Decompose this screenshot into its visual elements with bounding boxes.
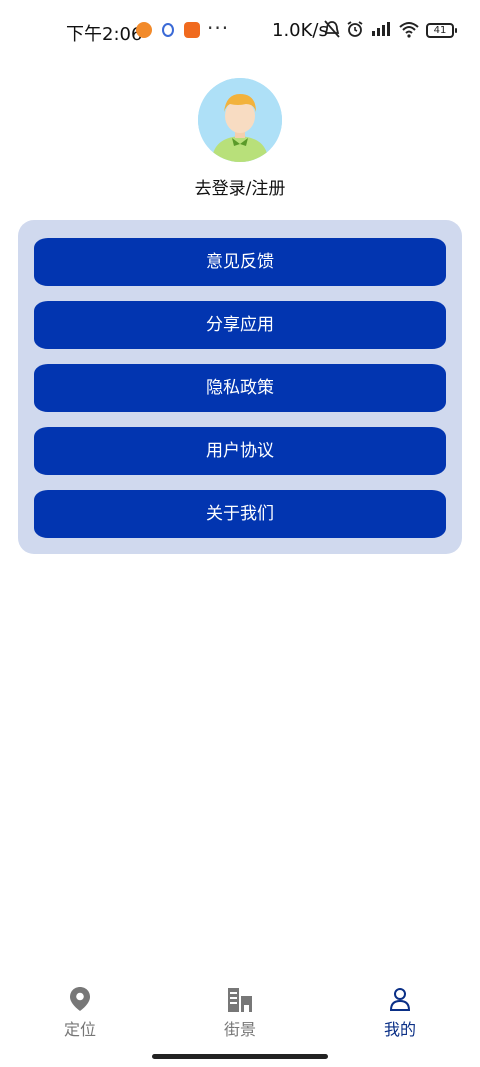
mi-notification-icon	[184, 22, 200, 38]
more-notifications-icon: ···	[207, 16, 230, 40]
battery-icon: 41	[426, 23, 457, 38]
nav-label-location: 定位	[63, 1020, 96, 1039]
system-icons	[324, 20, 420, 38]
nav-item-street-view[interactable]: 街景	[192, 978, 288, 1040]
app-notification-icon	[162, 23, 174, 37]
avatar[interactable]	[198, 78, 282, 162]
user-agreement-button[interactable]: 用户协议	[34, 427, 446, 475]
home-indicator[interactable]	[152, 1054, 328, 1059]
avatar-illustration	[198, 78, 282, 162]
location-pin-icon	[70, 987, 90, 1011]
menu-card: 意见反馈 分享应用 隐私政策 用户协议 关于我们	[18, 220, 462, 554]
wifi-icon	[399, 22, 419, 38]
status-bar: 下午2:06 ··· 1.0K/s 41	[0, 0, 480, 62]
nav-item-location[interactable]: 定位	[32, 978, 128, 1040]
alarm-icon	[347, 21, 363, 37]
notification-icons	[136, 22, 200, 38]
feedback-button[interactable]: 意见反馈	[34, 238, 446, 286]
person-icon	[389, 988, 411, 1011]
nav-item-mine[interactable]: 我的	[352, 978, 448, 1040]
status-time: 下午2:06	[66, 24, 143, 45]
mute-bell-icon	[324, 20, 340, 38]
privacy-policy-button[interactable]: 隐私政策	[34, 364, 446, 412]
nav-label-mine: 我的	[383, 1020, 416, 1039]
share-app-button[interactable]: 分享应用	[34, 301, 446, 349]
buildings-icon	[228, 988, 252, 1012]
bottom-navigation: 定位 街景 我的	[0, 978, 480, 1048]
about-us-button[interactable]: 关于我们	[34, 490, 446, 538]
network-speed: 1.0K/s	[272, 20, 328, 41]
nav-label-street-view: 街景	[223, 1020, 256, 1039]
login-register-link[interactable]: 去登录/注册	[0, 174, 480, 199]
cellular-signal-icon	[372, 22, 390, 36]
pumpkin-notification-icon	[136, 22, 152, 38]
